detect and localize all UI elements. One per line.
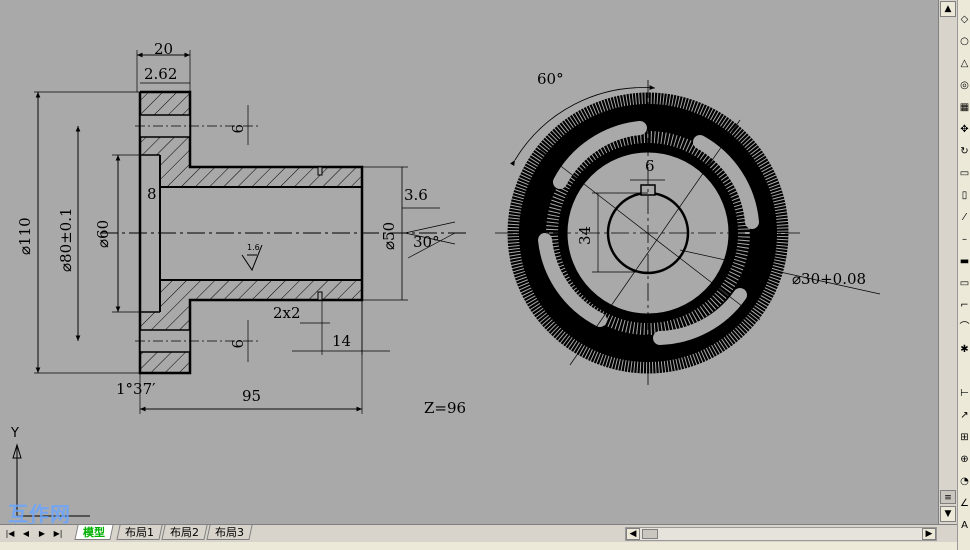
drawing-canvas[interactable]: 20 2.62 9 8 ⌀110 ⌀80±0.1 ⌀60 ⌀50 3.6 30°…: [0, 0, 938, 524]
tolerance-icon[interactable]: ⊞: [959, 432, 970, 443]
move-icon[interactable]: ✥: [959, 124, 970, 135]
text-edit-icon[interactable]: A: [959, 520, 970, 531]
first-tab-icon[interactable]: |◀: [3, 527, 17, 540]
horizontal-scrollbar[interactable]: ◀ ▶: [625, 527, 937, 541]
erase-icon[interactable]: ◇: [959, 14, 970, 25]
scroll-left-button[interactable]: ◀: [626, 528, 640, 540]
explode-icon[interactable]: ✱: [959, 344, 970, 355]
tab-layout1[interactable]: 布局1: [116, 525, 163, 540]
scroll-up-button[interactable]: ▲: [940, 1, 956, 17]
next-tab-icon[interactable]: ▶: [35, 527, 49, 540]
break-icon[interactable]: ▬: [959, 256, 970, 267]
radius-icon[interactable]: ◔: [959, 476, 970, 487]
label-angle-1-37: 1°37′: [116, 380, 156, 398]
dim-icon[interactable]: ⊢: [959, 388, 970, 399]
label-len-95: 95: [242, 387, 261, 405]
tab-model[interactable]: 模型: [74, 525, 114, 540]
trim-icon[interactable]: ⁄: [959, 212, 970, 223]
stretch-icon[interactable]: ▯: [959, 190, 970, 201]
label-dim-3-6: 3.6: [404, 186, 428, 204]
label-roughness: 1.6: [247, 243, 260, 252]
copy-icon[interactable]: ○: [959, 36, 970, 47]
label-dim-8: 8: [147, 185, 157, 203]
tab-layout2[interactable]: 布局2: [161, 525, 208, 540]
label-chamfer: 2x2: [273, 304, 301, 322]
label-hole-9-top: 9: [228, 124, 246, 134]
prev-tab-icon[interactable]: ◀: [19, 527, 33, 540]
label-dim-14: 14: [332, 332, 351, 350]
label-dia-80: ⌀80±0.1: [57, 207, 75, 272]
label-key-6: 6: [645, 157, 655, 175]
label-width-20: 20: [154, 40, 173, 58]
last-tab-icon[interactable]: ▶|: [51, 527, 65, 540]
offset-icon[interactable]: ◎: [959, 80, 970, 91]
scroll-thumb[interactable]: ≡: [940, 490, 956, 504]
rotate-icon[interactable]: ↻: [959, 146, 970, 157]
vertical-scrollbar[interactable]: ▲ ≡ ▼: [938, 0, 957, 524]
array-icon[interactable]: ▦: [959, 102, 970, 113]
label-hole-9-bottom: 9: [228, 339, 246, 349]
ucs-y-label: Y: [10, 426, 19, 441]
label-dia-50: ⌀50: [380, 222, 398, 250]
label-dia-30: ⌀30+0.08: [792, 270, 866, 288]
scroll-right-button[interactable]: ▶: [922, 528, 936, 540]
label-dia-110: ⌀110: [16, 217, 34, 255]
fillet-icon[interactable]: ⌒: [959, 322, 970, 333]
label-angle-60: 60°: [537, 70, 564, 88]
join-icon[interactable]: ▭: [959, 278, 970, 289]
label-teeth: Z=96: [424, 399, 466, 417]
label-dia-60: ⌀60: [94, 220, 112, 248]
tab-layout3[interactable]: 布局3: [206, 525, 253, 540]
center-icon[interactable]: ⊕: [959, 454, 970, 465]
status-bar: [0, 542, 957, 550]
label-dim-2-62: 2.62: [144, 65, 177, 83]
label-angle-30: 30°: [413, 233, 440, 251]
scale-icon[interactable]: ▭: [959, 168, 970, 179]
modify-toolbar: ◇ ○ △ ◎ ▦ ✥ ↻ ▭ ▯ ⁄ – ▬ ▭ ⌐ ⌒ ✱ ⊢ ↗ ⊞ ⊕ …: [957, 0, 970, 550]
extend-icon[interactable]: –: [959, 234, 970, 245]
chamfer-icon[interactable]: ⌐: [959, 300, 970, 311]
mirror-icon[interactable]: △: [959, 58, 970, 69]
layout-tab-bar: |◀ ◀ ▶ ▶| 模型 布局1 布局2 布局3 ◀ ▶: [0, 524, 957, 543]
angle-icon[interactable]: ∠: [959, 498, 970, 509]
cad-drawing: 20 2.62 9 8 ⌀110 ⌀80±0.1 ⌀60 ⌀50 3.6 30°…: [10, 40, 881, 517]
scroll-down-button[interactable]: ▼: [940, 506, 956, 522]
leader-icon[interactable]: ↗: [959, 410, 970, 421]
gear-view: [495, 80, 881, 385]
hscroll-thumb[interactable]: [642, 529, 658, 539]
label-dim-34: 34: [576, 226, 594, 245]
